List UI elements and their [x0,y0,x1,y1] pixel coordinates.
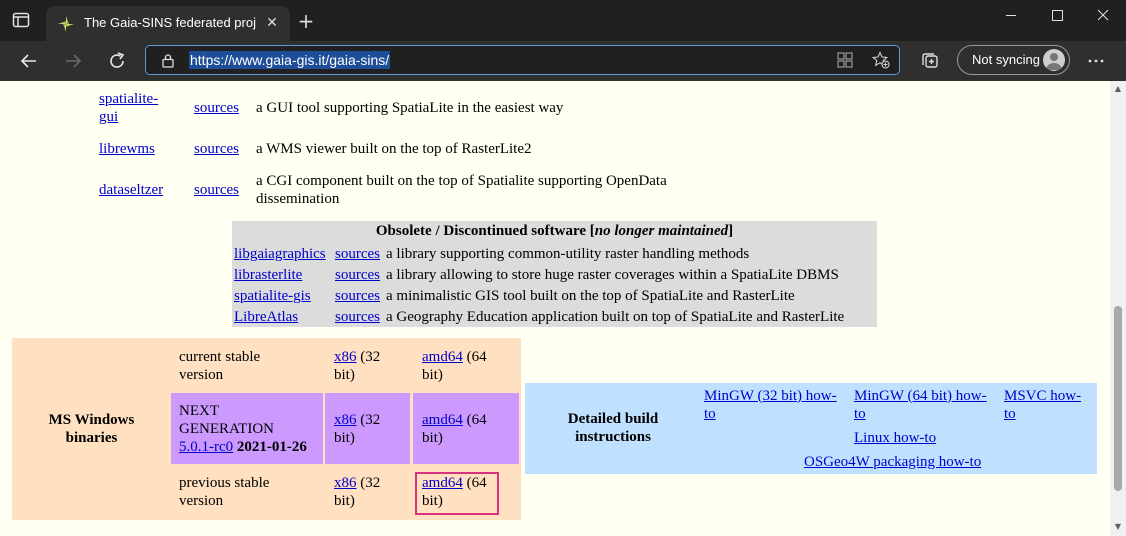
obsolete-heading: Obsolete / Discontinued software [no lon… [375,223,734,239]
sources-link[interactable]: sources [335,286,380,306]
msvc-link[interactable]: MSVC how-to [1004,387,1081,423]
tab-title: The Gaia-SINS federated project [84,15,256,30]
tool-description: a CGI component built on the top of Spat… [256,173,667,207]
x86-cell: x86 (32 bit) [334,349,381,383]
amd64-cell: amd64 (64 bit) [422,412,487,446]
tool-link-spatialite-gui[interactable]: spatialite-gui [99,90,158,126]
close-icon[interactable]: ✕ [264,15,280,31]
version-label: previous stable version [179,475,270,509]
table-row: LibreAtlas sources a Geography Education… [234,307,874,327]
apps-icon[interactable] [836,51,854,69]
back-icon[interactable] [18,50,40,72]
forward-icon[interactable] [62,50,84,72]
obsolete-link[interactable]: spatialite-gis [234,286,311,306]
favorite-add-icon[interactable] [872,51,890,69]
url-text[interactable]: https://www.gaia-gis.it/gaia-sins/ [189,51,391,69]
tool-link-librewms[interactable]: librewms [99,140,155,158]
x86-link[interactable]: x86 [334,349,357,365]
more-icon[interactable] [1086,51,1106,71]
obsolete-link[interactable]: libgaiagraphics [234,244,326,264]
browser-toolbar: https://www.gaia-gis.it/gaia-sins/ Not s… [0,41,1126,81]
obsolete-description: a library allowing to store huge raster … [386,267,839,283]
active-tab[interactable]: The Gaia-SINS federated project ✕ [46,6,290,41]
obsolete-link[interactable]: librasterlite [234,265,302,285]
osgeo4w-link[interactable]: OSGeo4W packaging how-to [804,453,981,471]
amd64-link[interactable]: amd64 [422,412,463,428]
plus-icon[interactable]: + [296,11,316,32]
sources-link[interactable]: sources [335,265,380,285]
profile-button[interactable]: Not syncing [957,45,1070,75]
obsolete-description: a Geography Education application built … [386,309,845,325]
x86-cell: x86 (32 bit) [334,412,381,446]
x86-link[interactable]: x86 [334,475,357,491]
version-label: NEXT GENERATION 5.0.1-rc0 2021-01-26 [179,403,307,455]
x86-link[interactable]: x86 [334,412,357,428]
scroll-thumb[interactable] [1114,306,1122,491]
person-icon [1046,53,1062,70]
linux-link[interactable]: Linux how-to [854,429,936,447]
avatar [1043,49,1065,71]
scroll-up-icon[interactable]: ▲ [1113,84,1123,94]
sources-link[interactable]: sources [194,140,239,158]
profile-label: Not syncing [972,52,1040,67]
lock-icon[interactable] [161,53,175,68]
version-link[interactable]: 5.0.1-rc0 [179,439,233,455]
build-instructions-table: Detailed build instructions MinGW (32 bit… [525,383,1097,474]
scroll-down-icon[interactable]: ▼ [1113,522,1123,532]
table-row: libgaiagraphics sources a library suppor… [234,244,874,264]
mingw64-link[interactable]: MinGW (64 bit) how-to [854,387,987,423]
obsolete-software-table: Obsolete / Discontinued software [no lon… [232,221,877,327]
obsolete-description: a library supporting common-utility rast… [386,246,750,262]
sources-link[interactable]: sources [335,307,380,327]
favicon-icon [58,16,74,32]
tab-strip: The Gaia-SINS federated project ✕ + [0,0,1126,41]
vertical-scrollbar[interactable]: ▲ ▼ [1110,81,1126,536]
sources-link[interactable]: sources [194,99,239,117]
version-label: current stable version [179,349,261,383]
build-heading: Detailed build instructions [567,411,659,445]
sources-link[interactable]: sources [194,181,239,199]
sources-link[interactable]: sources [335,244,380,264]
windows-heading: MS Windows binaries [48,412,135,446]
tab-actions-icon[interactable] [12,11,30,29]
amd64-link[interactable]: amd64 [422,349,463,365]
collections-icon[interactable] [920,51,940,71]
x86-cell: x86 (32 bit) [334,475,381,509]
web-page: spatialite-gui sources a GUI tool suppor… [0,81,1110,536]
maximize-icon[interactable] [1034,0,1080,32]
highlight-box [415,472,499,515]
table-row: spatialite-gis sources a minimalistic GI… [234,286,874,306]
window-close-icon[interactable] [1080,0,1126,32]
tool-description: a GUI tool supporting SpatiaLite in the … [256,100,564,116]
mingw32-link[interactable]: MinGW (32 bit) how-to [704,387,837,423]
amd64-cell: amd64 (64 bit) [422,349,487,383]
address-bar[interactable]: https://www.gaia-gis.it/gaia-sins/ [145,45,900,75]
tool-link-dataseltzer[interactable]: dataseltzer [99,181,163,199]
table-row: librasterlite sources a library allowing… [234,265,874,285]
obsolete-description: a minimalistic GIS tool built on the top… [386,288,795,304]
tool-description: a WMS viewer built on the top of RasterL… [256,141,532,157]
obsolete-link[interactable]: LibreAtlas [234,307,298,327]
minimize-icon[interactable] [988,0,1034,32]
refresh-icon[interactable] [106,50,128,72]
